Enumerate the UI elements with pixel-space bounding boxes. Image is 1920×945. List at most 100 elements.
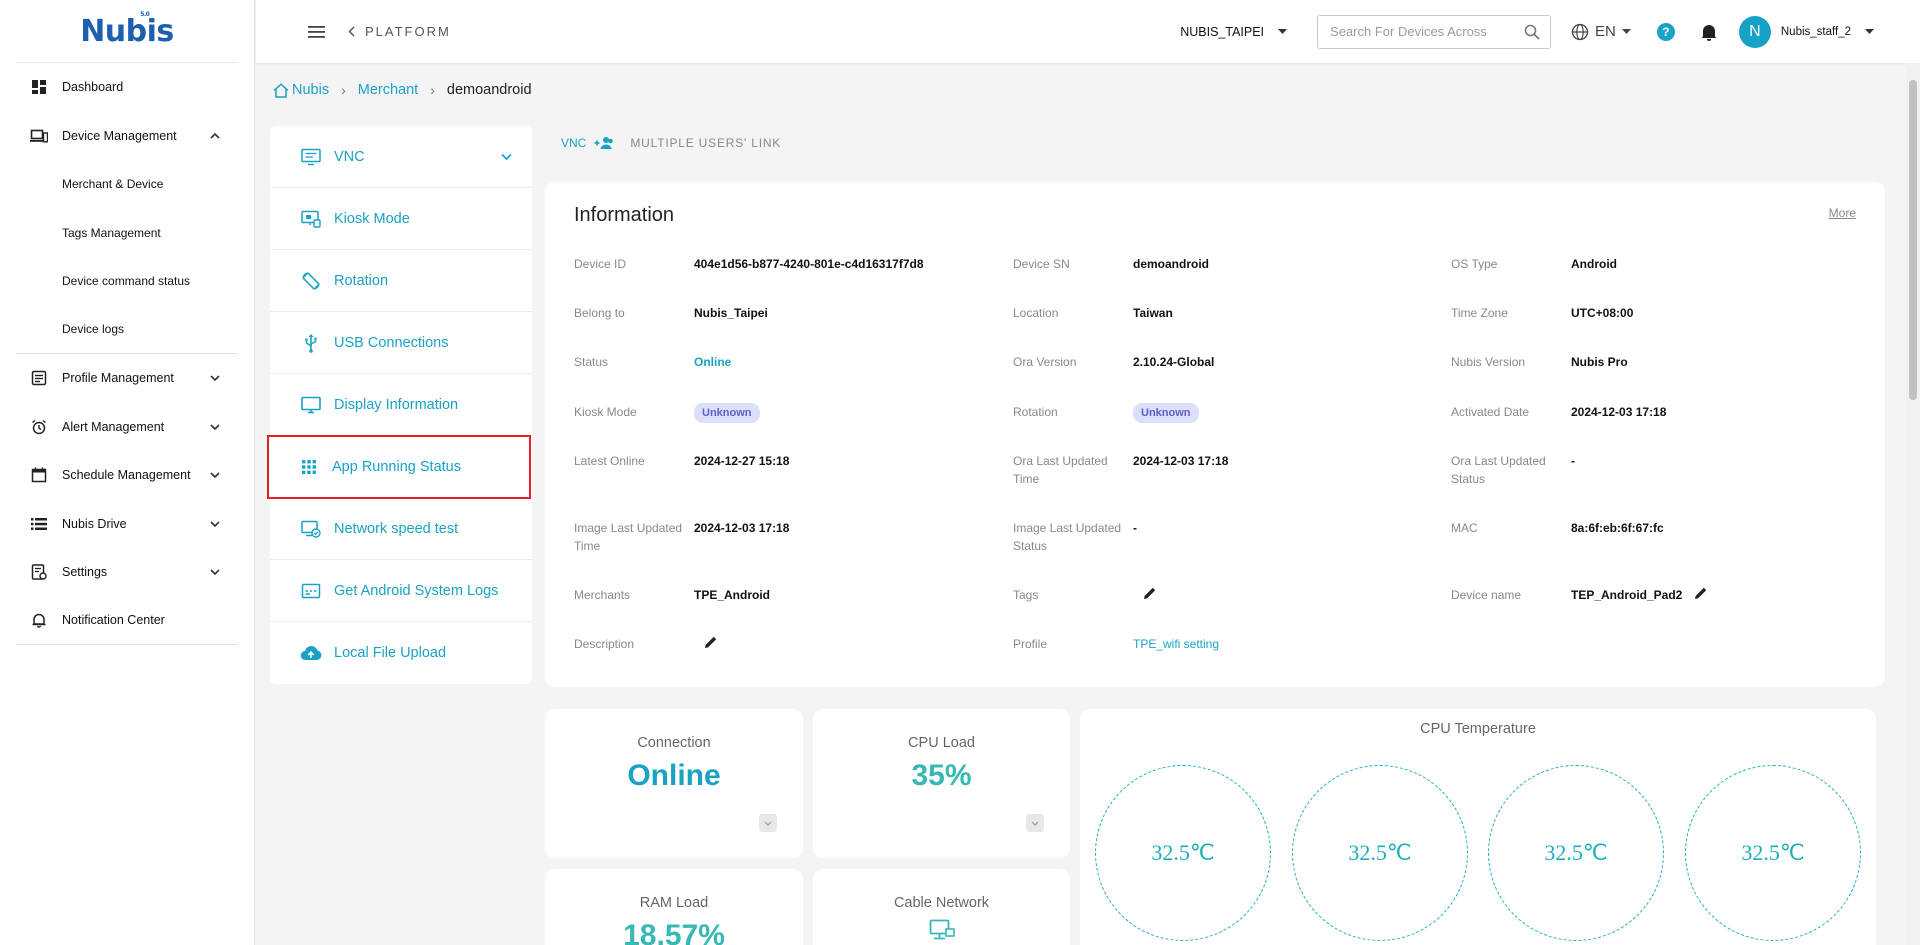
vnc-link[interactable]: VNC — [561, 136, 586, 150]
logs-icon — [300, 580, 322, 602]
sidebar-item-nubis-drive[interactable]: Nubis Drive — [16, 500, 238, 549]
sidebar-item-profile-management[interactable]: Profile Management — [16, 354, 238, 403]
add-users-icon[interactable] — [594, 136, 615, 150]
field-belong-to: Belong to Nubis_Taipei — [574, 304, 768, 322]
sidebar-item-label: Notification Center — [62, 613, 165, 628]
field-label: Description — [574, 637, 635, 651]
feature-rotation[interactable]: Rotation — [270, 250, 532, 312]
field-label: Rotation — [1013, 405, 1058, 419]
logo[interactable]: Nubis 5.0 — [16, 0, 238, 63]
feature-vnc[interactable]: VNC — [270, 126, 532, 188]
field-time-zone: Time Zone UTC+08:00 — [1451, 304, 1633, 322]
device-search[interactable] — [1317, 14, 1552, 49]
expand-dropdown-icon[interactable] — [759, 814, 777, 832]
ora-last-updated-time-value: 2024-12-03 17:18 — [1133, 454, 1229, 468]
menu-icon[interactable] — [308, 25, 326, 39]
sidebar: Nubis 5.0 Dashboard Device Management Me… — [0, 0, 255, 945]
activated-date-value: 2024-12-03 17:18 — [1571, 405, 1667, 419]
field-label: Belong to — [574, 306, 625, 320]
ram-load-card: RAM Load 18.57% — [545, 869, 803, 945]
avatar[interactable]: N — [1738, 15, 1771, 48]
sidebar-item-device-management[interactable]: Device Management — [16, 112, 238, 161]
chevron-down-icon — [501, 153, 512, 160]
cpu-load-value: 35% — [911, 759, 972, 792]
sidebar-item-label: Alert Management — [62, 419, 165, 434]
alarm-icon — [30, 418, 48, 436]
sidebar-item-dashboard[interactable]: Dashboard — [16, 63, 238, 112]
dashboard-icon — [30, 78, 48, 96]
top-header: PLATFORM NUBIS_TAIPEI EN ? N — [256, 0, 1920, 63]
field-label: Ora Last Updated Status — [1451, 454, 1546, 486]
sidebar-item-label: Schedule Management — [62, 468, 191, 483]
sidebar-subitem-device-logs[interactable]: Device logs — [16, 306, 238, 354]
feature-local-file-upload[interactable]: Local File Upload — [270, 622, 532, 684]
feature-display-information[interactable]: Display Information — [270, 374, 532, 436]
multiple-users-link[interactable]: MULTIPLE USERS' LINK — [630, 136, 781, 150]
brand-logo: Nubis 5.0 — [80, 11, 174, 49]
settings-icon — [30, 563, 48, 581]
field-label: Time Zone — [1451, 306, 1508, 320]
caret-down-icon — [1621, 29, 1631, 34]
field-device-name: Device name TEP_Android_Pad2 — [1451, 586, 1708, 604]
logo-text: Nubis — [80, 13, 174, 49]
feature-network-speed-test[interactable]: Network speed test — [270, 498, 532, 560]
sidebar-item-notification-center[interactable]: Notification Center — [16, 597, 238, 645]
field-label: Profile — [1013, 637, 1048, 651]
chevron-left-icon[interactable] — [348, 26, 355, 37]
sidebar-item-alert-management[interactable]: Alert Management — [16, 403, 238, 452]
scrollbar-thumb[interactable] — [1909, 80, 1917, 400]
more-link[interactable]: More — [1829, 206, 1856, 220]
sidebar-item-settings[interactable]: Settings — [16, 548, 238, 597]
field-rotation: Rotation Unknown — [1013, 403, 1199, 423]
field-mac: MAC 8a:6f:eb:6f:67:fc — [1451, 519, 1664, 537]
temperature-gauge: 32.5℃ — [1488, 765, 1664, 941]
notification-bell-icon[interactable] — [1701, 23, 1717, 41]
feature-kiosk-mode[interactable]: Kiosk Mode — [270, 188, 532, 250]
edit-tags-icon[interactable] — [1133, 586, 1157, 604]
os-type-value: Android — [1571, 257, 1617, 271]
org-selector[interactable]: NUBIS_TAIPEI — [1180, 24, 1288, 39]
help-icon[interactable]: ? — [1656, 22, 1675, 41]
cpu-load-title: CPU Load — [908, 735, 975, 751]
field-label: Location — [1013, 306, 1059, 320]
breadcrumb-home[interactable]: Nubis — [292, 82, 329, 98]
sidebar-subitem-tags-management[interactable]: Tags Management — [16, 209, 238, 258]
field-label: Latest Online — [574, 454, 645, 468]
feature-label: Kiosk Mode — [334, 210, 410, 227]
username[interactable]: Nubis_staff_2 — [1781, 26, 1851, 38]
calendar-icon — [30, 466, 48, 484]
edit-description-icon[interactable] — [694, 635, 718, 653]
sidebar-subitem-merchant-device[interactable]: Merchant & Device — [16, 160, 238, 209]
vnc-icon — [300, 146, 322, 168]
breadcrumb-current: demoandroid — [446, 82, 532, 98]
field-label: Kiosk Mode — [574, 405, 637, 419]
latest-online-value: 2024-12-27 15:18 — [694, 454, 790, 468]
ram-load-title: RAM Load — [639, 895, 709, 911]
feature-label: Local File Upload — [334, 645, 447, 661]
feature-app-running-status[interactable]: App Running Status — [267, 435, 531, 499]
chevron-down-icon — [210, 375, 220, 382]
caret-down-icon[interactable] — [1865, 29, 1874, 34]
home-icon[interactable] — [273, 82, 289, 98]
feature-get-android-system-logs[interactable]: Get Android System Logs — [270, 560, 532, 622]
feature-label: USB Connections — [334, 334, 449, 351]
search-input[interactable] — [1330, 24, 1525, 39]
platform-label[interactable]: PLATFORM — [365, 24, 451, 39]
language-selector[interactable]: EN — [1571, 23, 1631, 41]
sidebar-subitem-device-command-status[interactable]: Device command status — [16, 257, 238, 306]
search-icon[interactable] — [1524, 24, 1540, 40]
cpu-temperature-title: CPU Temperature — [1420, 721, 1536, 737]
mac-value: 8a:6f:eb:6f:67:fc — [1571, 521, 1664, 535]
feature-usb-connections[interactable]: USB Connections — [270, 312, 532, 374]
field-label: Ora Version — [1013, 355, 1077, 369]
org-name: NUBIS_TAIPEI — [1180, 24, 1265, 39]
sidebar-item-schedule-management[interactable]: Schedule Management — [16, 451, 238, 500]
information-title: Information — [574, 204, 675, 226]
sidebar-item-label: Profile Management — [62, 371, 174, 386]
expand-dropdown-icon[interactable] — [1026, 814, 1044, 832]
globe-icon — [1571, 23, 1589, 41]
edit-device-name-icon[interactable] — [1682, 586, 1708, 604]
breadcrumb-merchant[interactable]: Merchant — [358, 82, 418, 98]
profile-link[interactable]: TPE_wifi setting — [1133, 635, 1219, 653]
feature-label: Get Android System Logs — [334, 582, 499, 599]
